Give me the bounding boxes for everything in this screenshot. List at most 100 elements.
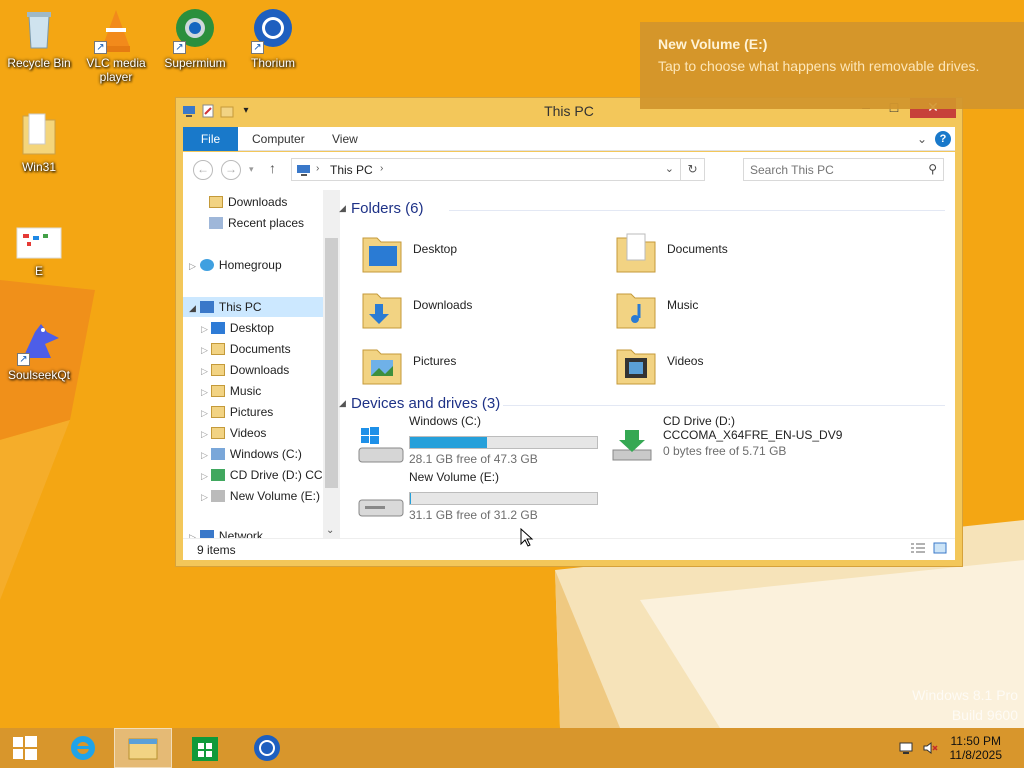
documents-folder-icon [615,230,657,274]
start-button[interactable] [0,728,58,768]
scrollbar-thumb[interactable] [325,238,338,488]
back-button[interactable]: ← [193,160,213,180]
tab-computer[interactable]: Computer [252,127,305,151]
nav-item-desktop[interactable]: ▷ Desktop [201,318,274,338]
drive-cd-d[interactable]: CD Drive (D:) CCCOMA_X64FRE_EN-US_DV9 0 … [611,414,871,470]
refresh-icon[interactable]: ↻ [680,159,704,180]
desktop-icon-label: Recycle Bin [7,56,71,70]
drive-name: New Volume (E:) [409,470,500,484]
nav-item-recent-places[interactable]: Recent places [209,213,304,233]
search-box[interactable]: ⚲ [743,158,944,181]
status-bar: 9 items [183,538,955,560]
collapse-group-icon[interactable]: ◢ [339,398,346,409]
folders-group-header[interactable]: Folders (6) [351,200,424,217]
taskbar: 11:50 PM 11/8/2025 [0,728,1024,768]
nav-scrollbar[interactable]: ⌄ [323,190,340,538]
drive-usage-fill [410,437,487,448]
breadcrumb-this-pc[interactable]: This PC [330,163,373,177]
breadcrumb-separator-icon[interactable]: › [380,163,383,174]
tab-file[interactable]: File [183,127,238,151]
expand-arrow-icon[interactable]: ▷ [201,471,208,481]
explorer-content: Downloads Recent places ▷ Homegroup ◢ This… [183,190,955,538]
large-icons-view-icon[interactable] [933,542,947,555]
expand-ribbon-icon[interactable]: ⌄ [917,127,927,151]
volume-muted-icon[interactable] [922,740,938,756]
scroll-down-icon[interactable]: ⌄ [326,525,334,536]
up-button[interactable]: ↑ [269,160,276,176]
expand-arrow-icon[interactable]: ▷ [201,324,208,334]
desktop-folder-icon [210,322,225,334]
taskbar-internet-explorer[interactable] [54,728,112,768]
folder-downloads[interactable]: Downloads [361,282,601,332]
expand-arrow-icon[interactable]: ▷ [201,492,208,502]
drive-windows-c[interactable]: Windows (C:) 28.1 GB free of 47.3 GB [357,414,607,470]
drive-new-volume-e[interactable]: New Volume (E:) 31.1 GB free of 31.2 GB [357,470,607,526]
nav-item-documents[interactable]: ▷ Documents [201,339,291,359]
watermark-build: Build 9600 [951,707,1018,723]
expand-arrow-icon[interactable]: ▷ [201,429,208,439]
documents-folder-icon [210,343,225,355]
desktop-icon-e[interactable]: E [2,214,76,278]
expand-arrow-icon[interactable]: ▷ [201,387,208,397]
downloads-folder-icon [210,364,225,376]
drive-usage-fill [410,493,411,504]
nav-item-downloads[interactable]: Downloads [209,192,287,212]
taskbar-file-explorer[interactable] [114,728,172,768]
nav-item-cd-drive-d[interactable]: ▷ CD Drive (D:) CCC [201,465,331,485]
this-pc-icon [296,163,312,180]
search-icon[interactable]: ⚲ [928,162,937,176]
folder-music[interactable]: Music [615,282,855,332]
toast-title: New Volume (E:) [658,36,768,52]
videos-folder-icon [210,427,225,439]
address-bar[interactable]: › This PC › ⌄ ↻ [291,158,705,181]
desktop-icon-win31[interactable]: Win31 [2,110,76,174]
music-folder-icon [210,385,225,397]
nav-item-downloads-pc[interactable]: ▷ Downloads [201,360,289,380]
breadcrumb-separator-icon[interactable]: › [316,163,319,174]
folder-videos[interactable]: Videos [615,338,855,388]
nav-item-windows-c[interactable]: ▷ Windows (C:) [201,444,302,464]
drive-usage-bar [409,492,598,505]
store-icon [192,737,218,761]
desktop-icon-soulseekqt[interactable]: ↗ SoulseekQt [2,318,76,382]
nav-item-new-volume-e[interactable]: ▷ New Volume (E:) [201,486,320,506]
details-view-icon[interactable] [911,543,925,555]
nav-item-this-pc[interactable]: ◢ This PC [183,297,323,317]
network-tray-icon[interactable] [898,740,914,756]
folder-desktop[interactable]: Desktop [361,226,601,276]
address-toolbar: ← → ▾ ↑ › This PC › ⌄ ↻ ⚲ [183,152,955,190]
folder-pictures[interactable]: Pictures [361,338,601,388]
search-input[interactable] [750,160,920,180]
soulseek-icon: ↗ [15,318,63,366]
nav-item-homegroup[interactable]: ▷ Homegroup [189,255,282,275]
nav-item-music[interactable]: ▷ Music [201,381,261,401]
collapse-arrow-icon[interactable]: ◢ [189,303,196,313]
help-icon[interactable]: ? [935,131,951,147]
file-explorer-icon [128,738,158,760]
address-dropdown-icon[interactable]: ⌄ [665,162,674,175]
collapse-group-icon[interactable]: ◢ [339,203,346,214]
desktop-icon-vlc[interactable]: ↗ VLC media player [79,6,153,84]
expand-arrow-icon[interactable]: ▷ [189,261,196,271]
nav-item-videos[interactable]: ▷ Videos [201,423,266,443]
expand-arrow-icon[interactable]: ▷ [201,366,208,376]
windows-logo-icon [13,736,37,760]
nav-item-pictures[interactable]: ▷ Pictures [201,402,273,422]
devices-group-header[interactable]: Devices and drives (3) [351,395,500,412]
taskbar-thorium[interactable] [238,728,296,768]
toast-notification[interactable]: New Volume (E:) Tap to choose what happe… [640,22,1024,109]
divider [503,405,945,406]
desktop-icon-recycle-bin[interactable]: Recycle Bin [2,6,76,70]
expand-arrow-icon[interactable]: ▷ [201,345,208,355]
folder-documents[interactable]: Documents [615,226,855,276]
nav-item-network[interactable]: ▷ Network [189,526,263,538]
forward-button[interactable]: → [221,160,241,180]
recent-locations-icon[interactable]: ▾ [249,164,254,175]
desktop-icon-thorium[interactable]: ↗ Thorium [236,6,310,70]
taskbar-store[interactable] [176,728,234,768]
system-clock[interactable]: 11:50 PM 11/8/2025 [950,734,1003,762]
expand-arrow-icon[interactable]: ▷ [201,408,208,418]
desktop-icon-supermium[interactable]: ↗ Supermium [158,6,232,70]
tab-view[interactable]: View [332,127,358,151]
expand-arrow-icon[interactable]: ▷ [201,450,208,460]
